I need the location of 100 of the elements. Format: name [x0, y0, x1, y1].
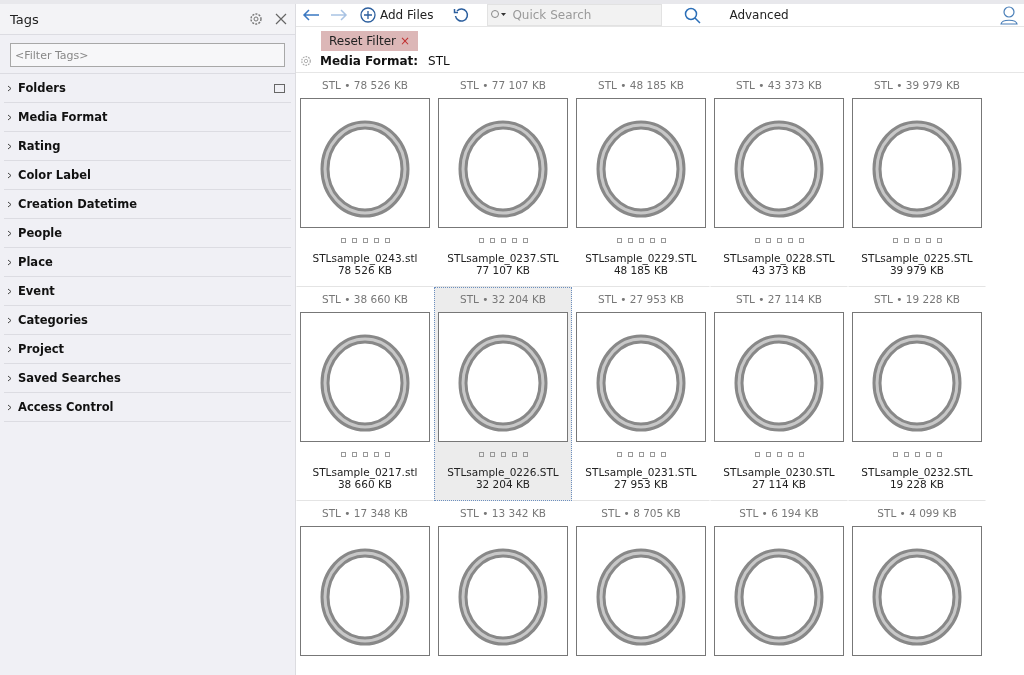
file-card[interactable]: STL • 13 342 KB	[434, 501, 572, 675]
tag-group[interactable]: Color Label	[4, 161, 291, 190]
file-header: STL • 19 228 KB	[874, 292, 960, 307]
plus-circle-icon	[360, 7, 376, 23]
refresh-icon[interactable]	[453, 7, 470, 23]
file-header: STL • 43 373 KB	[736, 78, 822, 93]
tag-group[interactable]: People	[4, 219, 291, 248]
file-card[interactable]: STL • 78 526 KB STLsample_0243.stl 78 526 KB	[296, 73, 434, 287]
file-name: STLsample_0217.stl	[312, 466, 418, 478]
group-label: Project	[18, 342, 66, 356]
group-label: Event	[18, 284, 56, 298]
rating-stars[interactable]	[892, 452, 942, 457]
file-header: STL • 8 705 KB	[601, 506, 681, 521]
chevron-icon	[6, 142, 13, 150]
chevron-icon	[6, 84, 13, 92]
add-files-button[interactable]: Add Files	[358, 5, 436, 25]
search-icon[interactable]	[684, 6, 702, 24]
file-card[interactable]: STL • 48 185 KB STLsample_0229.STL 48 185 KB	[572, 73, 710, 287]
tag-group[interactable]: Project	[4, 335, 291, 364]
tag-group[interactable]: Categories	[4, 306, 291, 335]
chevron-icon	[6, 258, 13, 266]
tag-group[interactable]: Folders	[4, 74, 291, 103]
group-label: Color Label	[18, 168, 92, 182]
back-arrow-icon[interactable]	[302, 8, 320, 22]
rating-stars[interactable]	[340, 452, 390, 457]
file-name: STLsample_0225.STL	[861, 252, 973, 264]
chevron-icon	[6, 374, 13, 382]
filter-label: Media Format:	[320, 54, 419, 68]
file-name: STLsample_0232.STL	[861, 466, 973, 478]
group-label: Folders	[18, 81, 67, 95]
rating-stars[interactable]	[478, 452, 528, 457]
chevron-icon	[6, 200, 13, 208]
tag-group[interactable]: Media Format	[4, 103, 291, 132]
rating-stars[interactable]	[754, 452, 804, 457]
filter-tags-field[interactable]: <Filter Tags>	[10, 43, 285, 67]
tag-group[interactable]: Rating	[4, 132, 291, 161]
file-name: STLsample_0231.STL	[585, 466, 697, 478]
advanced-button[interactable]: Advanced	[727, 6, 990, 24]
file-card[interactable]: STL • 43 373 KB STLsample_0228.STL 43 373 KB	[710, 73, 848, 287]
panel-title: Tags	[10, 11, 40, 27]
filter-value: STL	[428, 54, 450, 68]
group-label: Rating	[18, 139, 62, 153]
chevron-icon	[6, 345, 13, 353]
file-card[interactable]: STL • 77 107 KB STLsample_0237.STL 77 107 KB	[434, 73, 572, 287]
chevron-icon	[6, 171, 13, 179]
square-icon[interactable]	[274, 83, 285, 93]
file-card[interactable]: STL • 39 979 KB STLsample_0225.STL 39 979 KB	[848, 73, 986, 287]
file-card[interactable]: STL • 19 228 KB STLsample_0232.STL 19 228 KB	[848, 287, 986, 501]
file-name: STLsample_0226.STL	[447, 466, 559, 478]
rating-stars[interactable]	[754, 238, 804, 243]
file-size: 38 660 KB	[337, 478, 393, 490]
settings-icon[interactable]	[249, 12, 263, 26]
file-card[interactable]: STL • 27 953 KB STLsample_0231.STL 27 953 KB	[572, 287, 710, 501]
tag-group[interactable]: Saved Searches	[4, 364, 291, 393]
reset-filter-button[interactable]: Reset Filter ×	[321, 31, 419, 51]
forward-arrow-icon[interactable]	[330, 8, 348, 22]
tag-group[interactable]: Event	[4, 277, 291, 306]
rating-stars[interactable]	[340, 238, 390, 243]
file-header: STL • 39 979 KB	[874, 78, 960, 93]
chevron-icon	[6, 113, 13, 121]
group-label: Saved Searches	[18, 371, 122, 385]
rating-stars[interactable]	[478, 238, 528, 243]
file-header: STL • 27 114 KB	[736, 292, 822, 307]
tag-group[interactable]: Access Control	[4, 393, 291, 422]
file-header: STL • 17 348 KB	[322, 506, 408, 521]
file-size: 48 185 KB	[613, 264, 669, 276]
chevron-icon	[6, 403, 13, 411]
group-label: Media Format	[18, 110, 109, 124]
file-header: STL • 4 099 KB	[877, 506, 957, 521]
file-header: STL • 38 660 KB	[322, 292, 408, 307]
file-card[interactable]: STL • 27 114 KB STLsample_0230.STL 27 114 KB	[710, 287, 848, 501]
tag-group[interactable]: Place	[4, 248, 291, 277]
settings-icon[interactable]	[300, 55, 312, 67]
file-card[interactable]: STL • 32 204 KB STLsample_0226.STL 32 204 KB	[434, 287, 572, 501]
file-card[interactable]: STL • 8 705 KB	[572, 501, 710, 675]
file-card[interactable]: STL • 6 194 KB	[710, 501, 848, 675]
file-name: STLsample_0229.STL	[585, 252, 697, 264]
file-size: 77 107 KB	[475, 264, 531, 276]
file-name: STLsample_0237.STL	[447, 252, 559, 264]
tag-group[interactable]: Creation Datetime	[4, 190, 291, 219]
file-card[interactable]: STL • 17 348 KB	[296, 501, 434, 675]
rating-stars[interactable]	[616, 238, 666, 243]
group-label: Access Control	[18, 400, 115, 414]
rating-stars[interactable]	[892, 238, 942, 243]
file-header: STL • 6 194 KB	[739, 506, 819, 521]
file-size: 78 526 KB	[337, 264, 393, 276]
file-name: STLsample_0228.STL	[723, 252, 835, 264]
file-size: 39 979 KB	[889, 264, 945, 276]
file-header: STL • 48 185 KB	[598, 78, 684, 93]
file-card[interactable]: STL • 38 660 KB STLsample_0217.stl 38 660 KB	[296, 287, 434, 501]
rating-stars[interactable]	[616, 452, 666, 457]
file-size: 43 373 KB	[751, 264, 807, 276]
group-label: People	[18, 226, 64, 240]
file-header: STL • 32 204 KB	[460, 292, 546, 307]
chevron-icon	[6, 287, 13, 295]
group-label: Creation Datetime	[18, 197, 139, 211]
chevron-icon	[6, 229, 13, 237]
close-icon[interactable]	[275, 13, 287, 25]
file-card[interactable]: STL • 4 099 KB	[848, 501, 986, 675]
user-icon[interactable]	[1000, 5, 1018, 25]
